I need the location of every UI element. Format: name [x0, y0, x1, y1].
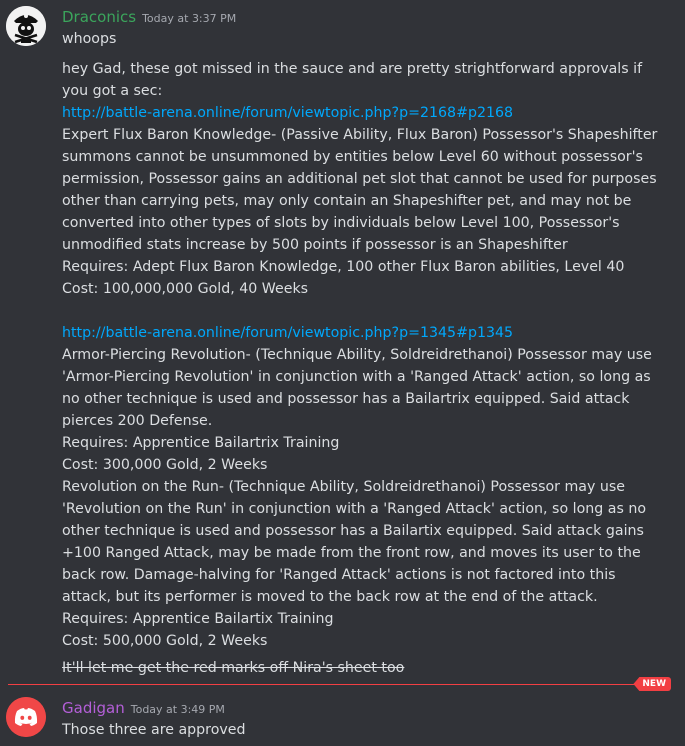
username[interactable]: Draconics — [62, 8, 136, 26]
message-line: permission, Possessor gains an additiona… — [62, 171, 657, 187]
message-line: Armor-Piercing Revolution- (Technique Ab… — [62, 347, 652, 363]
forum-link[interactable]: http://battle-arena.online/forum/viewtop… — [62, 102, 671, 124]
forum-link[interactable]: http://battle-arena.online/forum/viewtop… — [62, 322, 671, 344]
avatar[interactable] — [6, 6, 46, 46]
new-badge: NEW — [633, 677, 671, 691]
message-line: summons cannot be unsummoned by entities… — [62, 149, 643, 165]
message-line: no other technique is used and possessor… — [62, 391, 630, 407]
strikethrough-line: It'll let me get the red marks off Nira'… — [62, 660, 405, 676]
message-line: Cost: 500,000 Gold, 2 Weeks — [62, 633, 268, 649]
message-content: Draconics Today at 3:37 PM whoops hey Gad… — [62, 6, 671, 679]
message-content: Gadigan Today at 3:49 PM Those three are … — [62, 697, 671, 741]
message-line: Those three are approved — [62, 722, 246, 738]
message-line: converted into other types of slots by i… — [62, 215, 620, 231]
message-line: attack, but its performer is moved to th… — [62, 589, 598, 605]
timestamp[interactable]: Today at 3:37 PM — [142, 12, 236, 25]
username[interactable]: Gadigan — [62, 699, 125, 717]
message-line: +100 Ranged Attack, may be made from the… — [62, 545, 641, 561]
message-line: Cost: 300,000 Gold, 2 Weeks — [62, 457, 268, 473]
avatar[interactable] — [6, 697, 46, 737]
message-line: unmodified stats increase by 500 points … — [62, 237, 568, 253]
message-line: Revolution on the Run- (Technique Abilit… — [62, 479, 626, 495]
message-line: 'Armor-Piercing Revolution' in conjuncti… — [62, 369, 651, 385]
message-line: back row. Damage-halving for 'Ranged Att… — [62, 567, 616, 583]
skull-pirate-icon — [6, 6, 46, 46]
message-header: Gadigan Today at 3:49 PM — [62, 697, 671, 719]
message-line: Cost: 100,000,000 Gold, 40 Weeks — [62, 281, 309, 297]
message-line: hey Gad, these got missed in the sauce a… — [62, 61, 643, 77]
timestamp[interactable]: Today at 3:49 PM — [131, 703, 225, 716]
message-line: Requires: Apprentice Bailartrix Training — [62, 435, 340, 451]
message-line: other than carrying pets, may only conta… — [62, 193, 632, 209]
new-messages-divider — [8, 684, 639, 685]
message-line: Requires: Adept Flux Baron Knowledge, 10… — [62, 259, 625, 275]
message-line: you got a sec: — [62, 83, 163, 99]
message-line: pierces 200 Defense. — [62, 413, 213, 429]
message-header: Draconics Today at 3:37 PM — [62, 6, 671, 28]
message-line: Expert Flux Baron Knowledge- (Passive Ab… — [62, 127, 658, 143]
message-line: other technique is used and possessor ha… — [62, 523, 644, 539]
message-line: Requires: Apprentice Bailartix Training — [62, 611, 334, 627]
discord-logo-icon — [6, 697, 46, 737]
message-line: 'Revolution on the Run' in conjunction w… — [62, 501, 647, 517]
message-line: whoops — [62, 31, 117, 47]
